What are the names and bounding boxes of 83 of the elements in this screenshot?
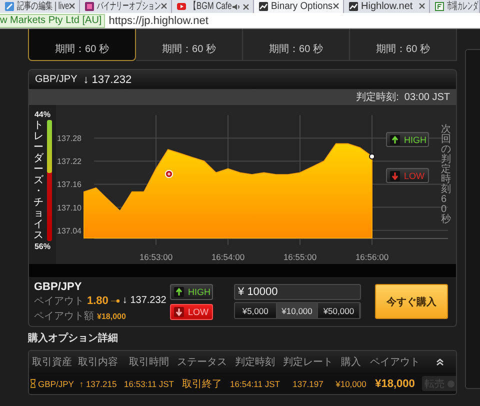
close-icon[interactable] bbox=[333, 3, 339, 9]
entry-marker-icon bbox=[164, 170, 174, 178]
axis-label: 16:53:00 bbox=[139, 252, 173, 262]
up-arrow-icon bbox=[174, 286, 184, 296]
pencil-icon bbox=[5, 2, 14, 11]
option-card[interactable]: 期間：60 秒 bbox=[136, 29, 243, 61]
duration-label: 期間：60 秒 bbox=[162, 42, 216, 56]
price-value: ↓ 137.232 bbox=[122, 295, 166, 306]
collapse-icon[interactable] bbox=[436, 358, 444, 366]
browser-tab[interactable]: Binary Options bbox=[254, 0, 344, 13]
payout-label: ペイアウト bbox=[34, 294, 84, 308]
browser-tab[interactable]: 市場カレンダ bbox=[430, 0, 480, 13]
down-arrow-icon bbox=[390, 170, 400, 180]
column-header: 判定レート bbox=[283, 356, 333, 369]
browser-tab[interactable]: 【BGM Cafe bbox=[172, 0, 254, 13]
current-price-dot bbox=[369, 154, 375, 160]
pair-name: GBP/JPY bbox=[35, 74, 78, 85]
buy-button[interactable]: 今すぐ購入 bbox=[375, 284, 448, 319]
up-arrow-icon bbox=[390, 134, 400, 144]
price-marker-icon bbox=[111, 298, 120, 302]
table-cell-text: 取引終了 bbox=[182, 378, 222, 390]
close-icon[interactable] bbox=[419, 3, 425, 9]
amount-preset-button[interactable]: ¥10,000 bbox=[276, 303, 318, 318]
axis-label: 16:56:00 bbox=[355, 252, 389, 262]
low-share: 56% bbox=[34, 241, 50, 252]
payout-amount: ¥18,000 bbox=[375, 378, 415, 390]
amount-preset-button[interactable]: ¥5,000 bbox=[235, 303, 277, 318]
hourglass-icon bbox=[30, 379, 36, 388]
table-cell: 137.197 bbox=[292, 378, 324, 388]
payout-amount-label: ペイアウト額 bbox=[34, 310, 94, 322]
axis-label: 137.28 bbox=[57, 134, 82, 144]
column-header: 購入 bbox=[340, 356, 362, 369]
option-card[interactable]: 期間：60 秒 bbox=[243, 29, 350, 61]
page-icon bbox=[435, 2, 444, 11]
axis-label: 16:54:00 bbox=[211, 252, 245, 262]
close-icon[interactable] bbox=[243, 4, 249, 10]
option-card[interactable]: 期間：60 秒 bbox=[28, 29, 136, 61]
column-header: 判定時刻 bbox=[234, 356, 276, 369]
amount-preset-button[interactable]: ¥50,000 bbox=[318, 303, 360, 318]
app-icon bbox=[85, 2, 94, 11]
column-header: 取引時間 bbox=[128, 356, 170, 369]
duration-label: 期間：60 秒 bbox=[376, 42, 430, 56]
vertical-label: トレーダーズ・チョイス bbox=[34, 120, 44, 241]
pair-name: GBP/JPY bbox=[34, 280, 83, 292]
column-header: ステータス bbox=[177, 356, 227, 369]
vertical-label: 次回の判定時刻 60 秒 bbox=[441, 125, 451, 225]
column-header: ペイアウト bbox=[369, 356, 421, 369]
close-icon[interactable] bbox=[69, 3, 75, 9]
security-badge: w Markets Pty Ltd [AU] bbox=[0, 14, 105, 28]
payout-rate: 1.80 bbox=[87, 294, 108, 306]
expiry-time: 判定時刻: 03:00 JST bbox=[356, 90, 450, 104]
browser-tab[interactable]: 記事の編集 | live bbox=[0, 0, 80, 13]
column-header: 取引資産 bbox=[31, 356, 73, 369]
amount-field[interactable]: ¥ 10000 bbox=[234, 284, 362, 300]
down-arrow-icon bbox=[174, 306, 184, 316]
column-header: 取引内容 bbox=[77, 356, 119, 369]
browser-tab[interactable]: Highlow.net bbox=[344, 0, 430, 13]
high-button[interactable]: HIGH bbox=[386, 132, 429, 147]
duration-label: 期間：60 秒 bbox=[269, 42, 323, 56]
asset-name: GBP/JPY bbox=[38, 378, 74, 388]
option-card[interactable]: 期間：60 秒 bbox=[350, 29, 457, 61]
strike-price: ↑ 137.215 bbox=[79, 378, 117, 388]
axis-label: 16:55:00 bbox=[283, 252, 317, 262]
high-share: 44% bbox=[34, 109, 50, 120]
chart-icon bbox=[259, 2, 268, 11]
section-title: 購入オプション詳細 bbox=[28, 331, 119, 346]
duration-label: 期間：60 秒 bbox=[55, 42, 109, 56]
table-cell: 16:54:11 JST bbox=[230, 378, 280, 388]
close-icon[interactable] bbox=[161, 3, 167, 9]
axis-label: 137.04 bbox=[57, 226, 82, 236]
axis-label: 137.10 bbox=[57, 203, 82, 212]
axis-label: 137.16 bbox=[57, 180, 82, 190]
chart-icon bbox=[349, 2, 358, 11]
axis-label: 137.22 bbox=[57, 157, 82, 166]
table-cell: ¥10,000 bbox=[336, 378, 366, 388]
circle-icon bbox=[446, 380, 454, 388]
high-button[interactable]: HIGH bbox=[170, 284, 214, 300]
payout-amount: ¥18,000 bbox=[97, 312, 126, 320]
price-value: ↓ 137.232 bbox=[83, 74, 132, 86]
table-cell: 16:53:11 JST bbox=[124, 378, 174, 388]
url-text: https://jp.highlow.net bbox=[108, 14, 208, 26]
play-icon bbox=[177, 2, 186, 11]
browser-tab[interactable]: バイナリーオプション bbox=[80, 0, 172, 13]
